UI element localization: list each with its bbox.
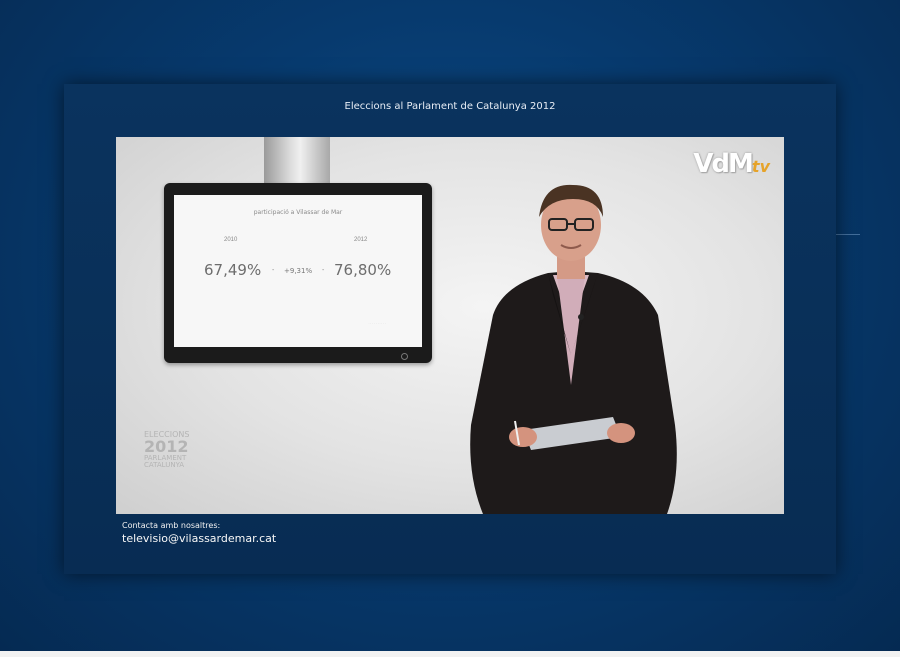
monitor-stand [264,137,330,183]
logo-main-text: VdM [693,149,754,179]
screen-source-note: · · · · · · · · · · [368,321,387,325]
screen-dash: - [272,267,275,274]
contact-email-link[interactable]: televisio@vilassardemar.cat [122,532,276,545]
panel-title: Eleccions al Parlament de Catalunya 2012 [344,101,556,112]
screen-title: participació a Vilassar de Mar [253,209,343,216]
monitor-power-icon [401,353,408,360]
screen-year-2012: 2012 [354,237,368,243]
video-player-panel: Eleccions al Parlament de Catalunya 2012… [64,84,836,574]
screen-value-2012: 76,80% [334,261,392,279]
election-mark-line: CATALUNYA [144,461,185,469]
election-watermark: ELECCIONS 2012 PARLAMENT CATALUNYA [144,431,190,469]
studio-monitor: participació a Vilassar de Mar 2010 2012… [164,183,432,363]
channel-logo: VdMtv [693,151,770,180]
screen-dash: - [322,267,325,274]
contact-label: Contacta amb nosaltres: [122,521,221,530]
screen-year-2010: 2010 [224,237,238,243]
screen-value-2010: 67,49% [204,261,262,279]
screen-change: +9,31% [284,267,313,275]
election-mark-year: 2012 [144,437,189,456]
video-frame[interactable]: participació a Vilassar de Mar 2010 2012… [116,137,784,514]
presenter-figure [470,184,677,514]
bottom-strip [0,651,900,657]
logo-sub-text: tv [751,157,770,176]
monitor-screen: participació a Vilassar de Mar 2010 2012… [174,195,422,347]
